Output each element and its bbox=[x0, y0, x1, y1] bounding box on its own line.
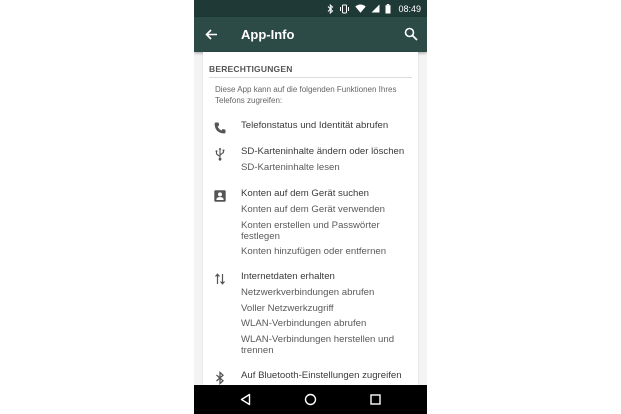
permission-item: SD-Karteninhalte lesen bbox=[241, 162, 340, 173]
home-nav-icon[interactable] bbox=[304, 393, 317, 406]
section-header: BERECHTIGUNGEN bbox=[209, 64, 293, 74]
permission-item: festlegen bbox=[241, 231, 280, 242]
permission-item: Voller Netzwerkzugriff bbox=[241, 303, 334, 314]
permission-item: Internetdaten erhalten bbox=[241, 271, 335, 282]
swap-vertical-icon bbox=[215, 273, 225, 285]
vibrate-icon bbox=[340, 4, 350, 13]
permission-item: Netzwerkverbindungen abrufen bbox=[241, 287, 375, 298]
permission-item: Auf Bluetooth-Einstellungen zugreifen bbox=[241, 370, 402, 381]
arrow-back-icon[interactable] bbox=[204, 27, 219, 42]
bluetooth-icon bbox=[328, 3, 334, 14]
permission-item: trennen bbox=[241, 345, 274, 356]
permissions-card[interactable]: BERECHTIGUNGEN Diese App kann auf die fo… bbox=[203, 52, 418, 385]
divider bbox=[209, 77, 412, 78]
navigation-bar bbox=[194, 385, 427, 414]
permission-item: Telefonstatus und Identität abrufen bbox=[241, 120, 389, 131]
permission-item: Konten hinzufügen oder entfernen bbox=[241, 246, 387, 257]
app-bar: App-Info bbox=[194, 17, 427, 52]
contact-icon bbox=[214, 190, 226, 202]
permission-item: WLAN-Verbindungen abrufen bbox=[241, 318, 367, 329]
intro-text: Diese App kann auf die folgenden Funktio… bbox=[215, 85, 397, 105]
permission-item: WLAN-Verbindungen herstellen und bbox=[241, 334, 395, 345]
status-icons: 08:49 bbox=[327, 2, 421, 15]
battery-icon bbox=[385, 3, 391, 13]
permission-item: Konten auf dem Gerät suchen bbox=[241, 188, 369, 199]
phone-icon bbox=[214, 122, 226, 134]
search-icon[interactable] bbox=[404, 27, 418, 41]
back-nav-icon[interactable] bbox=[239, 393, 252, 406]
signal-icon bbox=[371, 4, 380, 13]
permission-item: Konten erstellen und Passwörter bbox=[241, 220, 380, 231]
bluetooth-icon bbox=[216, 371, 224, 385]
phone-screen: 08:49 App-Info BERECHTIGUNGEN Diese App … bbox=[194, 0, 427, 414]
recents-nav-icon[interactable] bbox=[369, 393, 382, 406]
wifi-icon bbox=[355, 4, 367, 13]
page-title: App-Info bbox=[241, 27, 295, 42]
permission-item: Konten auf dem Gerät verwenden bbox=[241, 204, 385, 215]
status-time: 08:49 bbox=[398, 3, 421, 14]
usb-icon bbox=[215, 147, 225, 161]
permission-item: SD-Karteninhalte ändern oder löschen bbox=[241, 146, 405, 157]
status-bar: 08:49 bbox=[194, 0, 427, 17]
